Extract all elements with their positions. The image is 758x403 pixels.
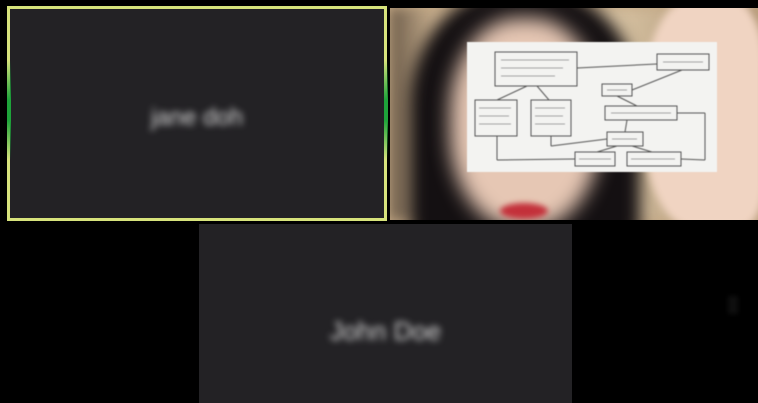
- gallery-next-page-icon[interactable]: [728, 296, 738, 314]
- flowchart-sketch: [474, 51, 710, 167]
- active-speaker-indicator-left: [7, 60, 11, 160]
- active-speaker-indicator-right: [384, 60, 388, 160]
- participant-tile-john[interactable]: John Doe: [199, 224, 572, 403]
- held-flowchart-paper: [467, 42, 717, 172]
- participant-name: jane doh: [150, 104, 244, 131]
- video-person-lips: [500, 203, 548, 219]
- participant-tile-jane[interactable]: jane doh: [7, 6, 387, 221]
- participant-name: John Doe: [329, 316, 442, 346]
- participant-video-tile[interactable]: [390, 8, 758, 220]
